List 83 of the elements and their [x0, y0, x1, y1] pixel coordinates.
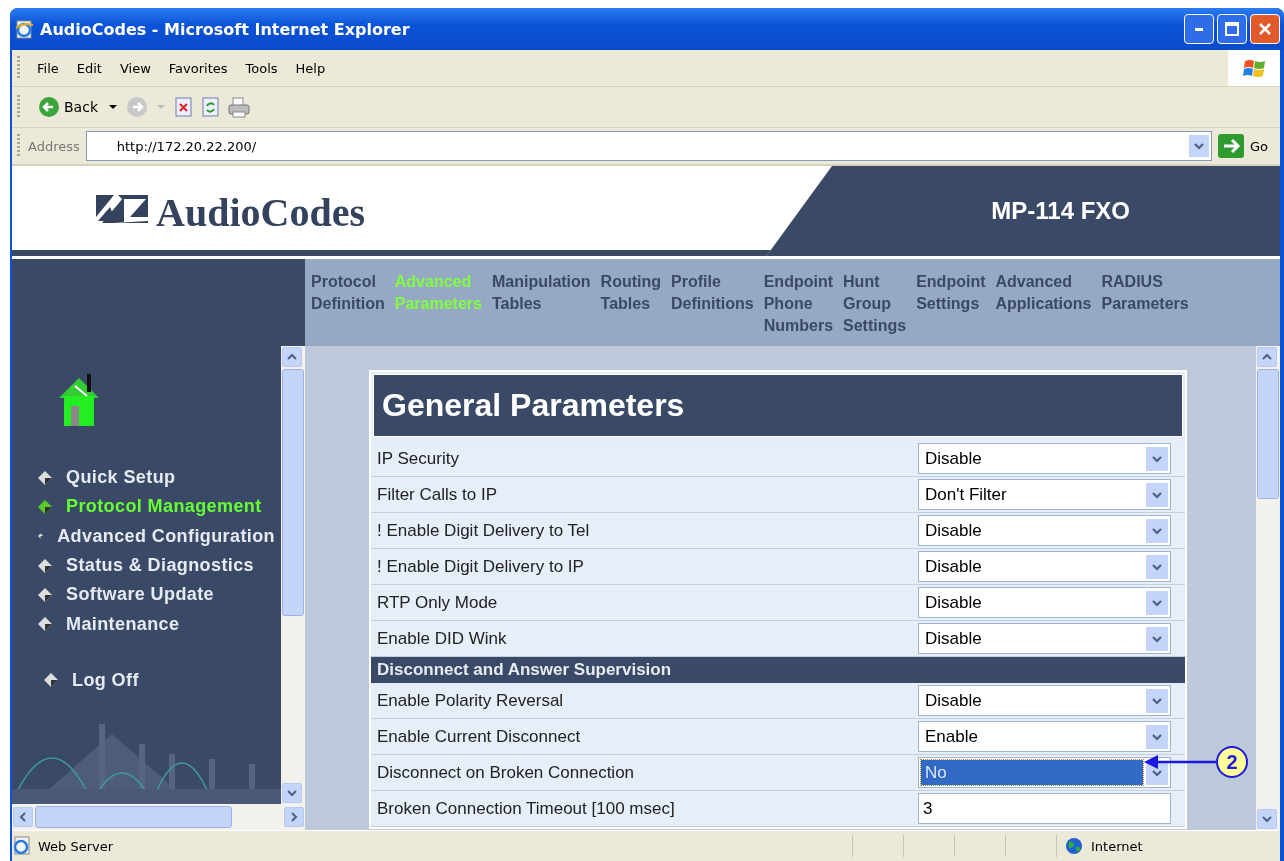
diamond-bullet-icon: [38, 558, 52, 573]
home-icon[interactable]: [57, 372, 101, 428]
dropdown[interactable]: Enable: [918, 721, 1171, 752]
go-button[interactable]: Go: [1211, 134, 1280, 158]
sidebar-item[interactable]: Quick Setup: [12, 463, 281, 493]
parameter-label: Disconnect on Broken Connection: [376, 762, 636, 783]
scroll-thumb[interactable]: [1257, 369, 1279, 499]
sidebar-item[interactable]: Protocol Management: [12, 492, 281, 522]
dropdown[interactable]: Disable: [918, 551, 1171, 582]
menu-item[interactable]: Help: [286, 60, 335, 76]
sidebar-item[interactable]: Status & Diagnostics: [12, 550, 281, 581]
parameter-label: IP Security: [376, 448, 460, 469]
diamond-bullet-icon: [38, 587, 52, 602]
diamond-bullet-icon: [44, 673, 58, 688]
sidebar-item[interactable]: Software Update: [12, 580, 281, 610]
menu-item[interactable]: Tools: [236, 60, 287, 76]
diamond-bullet-icon: [38, 470, 52, 485]
product-name: MP-114 FXO: [990, 196, 1131, 226]
minimize-icon: [1195, 27, 1203, 31]
dropdown[interactable]: Disable: [918, 443, 1171, 474]
menu-item[interactable]: Edit: [67, 60, 111, 76]
address-field[interactable]: http://172.20.22.200/: [85, 131, 1212, 161]
maximize-icon: [1224, 21, 1240, 37]
scroll-left-button[interactable]: [13, 807, 33, 827]
zone-label: Internet: [1091, 838, 1143, 854]
parameter-label: Enable Current Disconnect: [376, 726, 582, 747]
sidebar-item[interactable]: Advanced Configuration: [12, 521, 281, 551]
nav-tab[interactable]: Endpoint Phone Numbers: [763, 271, 834, 337]
dropdown[interactable]: No: [918, 757, 1171, 788]
logo-text: AudioCodes: [156, 188, 365, 236]
stop-icon[interactable]: [174, 97, 193, 117]
back-button[interactable]: Back: [36, 96, 100, 118]
diamond-bullet-icon: [38, 499, 52, 514]
parameter-label: Broken Connection Timeout [100 msec]: [376, 798, 676, 819]
diamond-bullet-icon: [38, 617, 52, 632]
address-label: Address: [28, 138, 81, 154]
parameter-label: Enable Polarity Reversal: [376, 690, 565, 711]
minimize-button[interactable]: [1184, 14, 1214, 44]
scroll-down-button[interactable]: [282, 783, 302, 803]
nav-tab[interactable]: Protocol Definition: [311, 271, 385, 315]
parameter-label: RTP Only Mode: [376, 592, 499, 613]
close-button[interactable]: [1250, 14, 1280, 44]
menu-item[interactable]: Favorites: [159, 60, 237, 76]
parameter-label: Enable DID Wink: [376, 628, 508, 649]
panel-title: General Parameters: [373, 374, 1183, 437]
scroll-up-button[interactable]: [282, 347, 302, 367]
close-icon: [1257, 21, 1273, 37]
nav-tab[interactable]: Manipulation Tables: [491, 271, 591, 315]
nav-tab[interactable]: Hunt Group Settings: [843, 271, 907, 337]
parameter-label: ! Enable Digit Delivery to IP: [376, 556, 585, 577]
caret-icon[interactable]: [108, 102, 118, 112]
nav-tab[interactable]: Routing Tables: [600, 271, 661, 315]
dropdown[interactable]: Don't Filter: [918, 479, 1171, 510]
callout-arrow: [1144, 755, 1216, 769]
callout-number: 2: [1216, 746, 1248, 778]
scroll-thumb[interactable]: [35, 806, 232, 828]
dropdown[interactable]: Disable: [918, 515, 1171, 546]
dropdown[interactable]: Disable: [918, 685, 1171, 716]
menu-item[interactable]: View: [110, 60, 160, 76]
nav-tab[interactable]: RADIUS Parameters: [1101, 271, 1189, 315]
nav-tab[interactable]: Profile Definitions: [671, 271, 754, 315]
status-text: Web Server: [38, 838, 115, 854]
globe-icon: [1065, 837, 1083, 855]
printer-icon[interactable]: [228, 96, 250, 118]
menu-item[interactable]: File: [28, 60, 68, 76]
refresh-icon[interactable]: [201, 97, 220, 117]
nav-tab[interactable]: Advanced Applications: [995, 271, 1092, 315]
sidebar-item[interactable]: Maintenance: [12, 609, 281, 639]
parameter-label: ! Enable Digit Delivery to Tel: [376, 520, 591, 541]
parameter-label: Filter Calls to IP: [376, 484, 498, 505]
section-header: Disconnect and Answer Supervision: [371, 657, 1185, 683]
scroll-up-button[interactable]: [1257, 347, 1277, 367]
dropdown[interactable]: Disable: [918, 587, 1171, 618]
dropdown[interactable]: Disable: [918, 623, 1171, 654]
scroll-thumb[interactable]: [282, 369, 304, 616]
window-title: AudioCodes - Microsoft Internet Explorer: [40, 19, 411, 39]
maximize-button[interactable]: [1217, 14, 1247, 44]
nav-tab[interactable]: Endpoint Settings: [916, 271, 986, 315]
input-field[interactable]: 3: [918, 793, 1171, 824]
scroll-down-button[interactable]: [1257, 809, 1277, 829]
log-off-link[interactable]: Log Off: [12, 665, 281, 696]
browser-icon: [14, 19, 34, 39]
scroll-right-button[interactable]: [284, 807, 304, 827]
